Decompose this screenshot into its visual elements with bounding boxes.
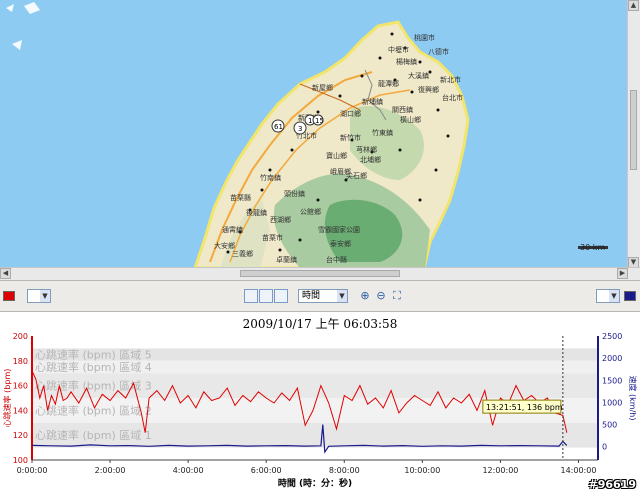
svg-text:15: 15 <box>315 117 324 125</box>
svg-text:台中縣: 台中縣 <box>326 255 347 264</box>
id-watermark: #96619 <box>588 478 637 491</box>
y-tick-left: 200 <box>13 332 28 341</box>
svg-text:關西鎮: 關西鎮 <box>392 105 413 114</box>
svg-text:三義鄉: 三義鄉 <box>232 249 253 258</box>
svg-text:卓蘭鎮: 卓蘭鎮 <box>276 255 297 264</box>
y-tick-left: 180 <box>13 357 28 366</box>
y-tick-left: 100 <box>13 456 28 465</box>
svg-text:桃園市: 桃園市 <box>414 33 435 42</box>
svg-text:泰安鄉: 泰安鄉 <box>330 239 351 248</box>
svg-text:橫山鄉: 橫山鄉 <box>400 115 421 124</box>
svg-text:復興鄉: 復興鄉 <box>418 85 439 94</box>
scroll-thumb-vertical[interactable] <box>630 90 637 170</box>
chevron-down-icon: ▼ <box>337 290 347 302</box>
svg-text:大溪鎮: 大溪鎮 <box>408 71 429 80</box>
svg-text:芎林鄉: 芎林鄉 <box>356 145 377 154</box>
speed-color-dropdown[interactable]: ▼ <box>596 289 620 303</box>
svg-text:竹東鎮: 竹東鎮 <box>372 128 393 137</box>
zone-label: 心跳速率 (bpm) 區域 4 <box>35 360 152 374</box>
scroll-left-icon[interactable]: ◀ <box>0 268 11 279</box>
x-tick: 6:00:00 <box>251 466 282 475</box>
heart-rate-chart: 心跳速率 (bpm) 區域 5心跳速率 (bpm) 區域 4 心跳速率 (bpm)… <box>2 332 638 489</box>
y-tick-left: 160 <box>13 382 28 391</box>
chevron-down-icon: ▼ <box>609 290 619 302</box>
y-tick-right: 2500 <box>602 332 622 341</box>
svg-text:1: 1 <box>308 117 312 125</box>
x-axis-label: 時間 (時：分：秒) <box>278 477 352 489</box>
svg-text:雪霸國家公園: 雪霸國家公園 <box>318 225 360 234</box>
svg-text:西湖鄉: 西湖鄉 <box>270 215 291 224</box>
graph-stack-icon[interactable] <box>244 289 258 303</box>
map-vertical-scrollbar[interactable]: ▲ ▼ <box>627 0 640 268</box>
map-horizontal-scrollbar[interactable]: ◀ ▶ <box>0 267 640 280</box>
svg-text:新埔鎮: 新埔鎮 <box>362 97 383 106</box>
y-tick-left: 120 <box>13 431 28 440</box>
x-tick: 12:00:00 <box>482 466 518 475</box>
y-axis-label-left: 心跳速率 (bpm) <box>2 369 12 428</box>
y-tick-right: 1500 <box>602 376 622 385</box>
cursor-tooltip: 13:21:51, 136 bpm <box>486 403 563 412</box>
axis-mode-select[interactable]: 時間 ▼ <box>298 289 348 303</box>
taiwan-map: 新屋鄉新豐鄉湖口鄉 竹北市新竹市竹東鎮 新埔鎮關西鎮芎林鄉 橫山鄉寶山鄉北埔鄉 … <box>6 2 608 270</box>
svg-text:北埔鄉: 北埔鄉 <box>360 155 381 164</box>
svg-text:尖石鄉: 尖石鄉 <box>346 171 367 180</box>
x-tick: 2:00:00 <box>95 466 126 475</box>
svg-text:新屋鄉: 新屋鄉 <box>312 83 333 92</box>
zoom-out-icon[interactable]: ⊖ <box>374 289 388 303</box>
axis-mode-value: 時間 <box>302 291 321 301</box>
scroll-right-icon[interactable]: ▶ <box>617 268 628 279</box>
svg-text:3: 3 <box>298 125 302 133</box>
x-tick: 0:00:00 <box>17 466 48 475</box>
svg-text:楊梅鎮: 楊梅鎮 <box>396 57 417 66</box>
svg-text:八德市: 八德市 <box>428 47 449 56</box>
zoom-fit-icon[interactable]: ⛶ <box>390 289 404 303</box>
graph-toolbar: ▼ 時間 ▼ ⊕ ⊖ ⛶ ▼ <box>0 280 640 312</box>
x-tick: 8:00:00 <box>329 466 360 475</box>
svg-text:竹南鎮: 竹南鎮 <box>260 173 281 182</box>
chevron-down-icon: ▼ <box>40 290 50 302</box>
svg-text:龍潭鄉: 龍潭鄉 <box>378 79 399 88</box>
zone-label: 心跳速率 (bpm) 區域 5 <box>35 348 152 362</box>
y-tick-right: 500 <box>602 421 617 430</box>
y-tick-right: 1000 <box>602 398 622 407</box>
svg-text:新北市: 新北市 <box>440 75 461 84</box>
svg-text:新竹市: 新竹市 <box>340 133 361 142</box>
speed-color-swatch[interactable] <box>624 291 636 301</box>
svg-text:61: 61 <box>274 123 283 131</box>
x-tick: 10:00:00 <box>404 466 440 475</box>
y-axis-label-right: 速度 (km/h) <box>628 376 638 421</box>
svg-text:湖口鄉: 湖口鄉 <box>340 109 361 118</box>
x-tick: 4:00:00 <box>173 466 204 475</box>
svg-text:公館鄉: 公館鄉 <box>300 207 321 216</box>
svg-text:後龍鎮: 後龍鎮 <box>246 208 267 217</box>
y-tick-right: 2000 <box>602 354 622 363</box>
scale-label: 30 km <box>580 243 606 252</box>
y-tick-right: 0 <box>602 443 607 452</box>
scroll-thumb-horizontal[interactable] <box>240 270 400 277</box>
x-tick: 14:00:00 <box>561 466 597 475</box>
svg-text:台北市: 台北市 <box>442 93 463 102</box>
y-tick-left: 140 <box>13 406 28 415</box>
svg-text:大安鄉: 大安鄉 <box>214 241 235 250</box>
heart-rate-graph[interactable]: 2009/10/17 上午 06:03:58 心跳速率 (bpm) 區域 5 心跳… <box>0 312 640 493</box>
svg-text:中壢市: 中壢市 <box>388 45 409 54</box>
scroll-up-icon[interactable]: ▲ <box>628 0 639 11</box>
line-color-swatch[interactable] <box>3 291 15 301</box>
svg-text:通霄鎮: 通霄鎮 <box>222 225 243 234</box>
svg-text:苗栗市: 苗栗市 <box>262 233 283 242</box>
zoom-in-icon[interactable]: ⊕ <box>358 289 372 303</box>
zone-label: 心跳速率 (bpm) 區域 1 <box>35 428 152 442</box>
graph-title: 2009/10/17 上午 06:03:58 <box>242 317 398 331</box>
line-color-dropdown[interactable]: ▼ <box>27 289 51 303</box>
map-view[interactable]: 新屋鄉新豐鄉湖口鄉 竹北市新竹市竹東鎮 新埔鎮關西鎮芎林鄉 橫山鄉寶山鄉北埔鄉 … <box>0 0 640 280</box>
svg-text:寶山鄉: 寶山鄉 <box>326 151 347 160</box>
graph-overlay-icon[interactable] <box>259 289 273 303</box>
svg-text:頭份鎮: 頭份鎮 <box>284 189 305 198</box>
graph-line-icon[interactable] <box>274 289 288 303</box>
svg-text:苗栗縣: 苗栗縣 <box>230 193 251 202</box>
